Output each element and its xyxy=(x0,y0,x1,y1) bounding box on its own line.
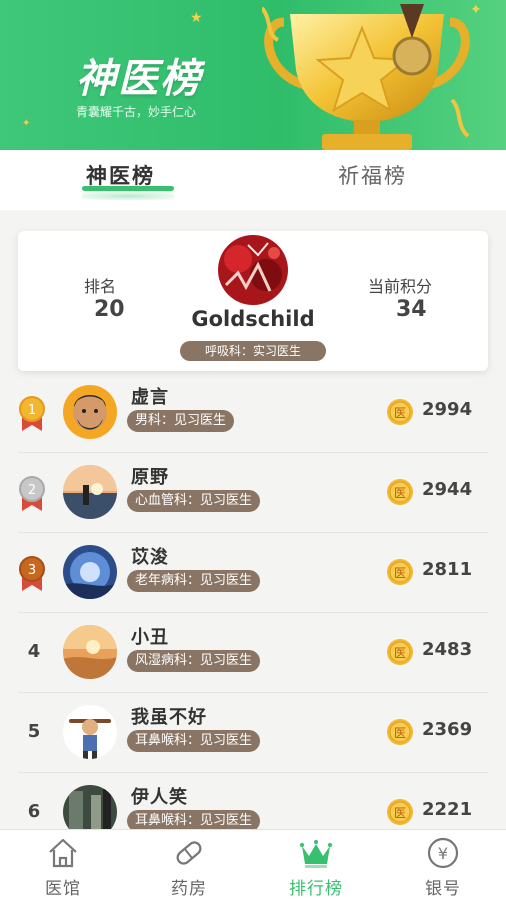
tab-blessing-ranking[interactable]: 祈福榜 xyxy=(338,160,407,190)
avatar[interactable] xyxy=(63,545,117,599)
medicine-coin-icon: 医 xyxy=(387,479,413,505)
user-name: 虚言 xyxy=(131,387,169,408)
score-label: 当前积分 xyxy=(368,277,433,296)
crown-icon xyxy=(300,840,332,868)
avatar[interactable] xyxy=(63,385,117,439)
yuan-coin-icon: ¥ xyxy=(427,837,459,869)
svg-text:医: 医 xyxy=(394,486,406,500)
nav-label: 药房 xyxy=(171,879,207,899)
gold-medal-icon: 1 xyxy=(19,396,45,431)
medicine-coin-icon: 医 xyxy=(387,719,413,745)
active-tab-indicator xyxy=(82,186,174,191)
svg-text:医: 医 xyxy=(394,566,406,580)
user-name: 伊人笑 xyxy=(131,787,188,808)
avatar[interactable] xyxy=(63,705,117,759)
avatar[interactable] xyxy=(63,625,117,679)
banner-subtitle: 青囊耀千古，妙手仁心 xyxy=(76,105,197,119)
house-icon xyxy=(49,838,77,868)
user-name: 我虽不好 xyxy=(131,707,207,728)
user-score: 2811 xyxy=(422,559,473,580)
pill-icon xyxy=(176,841,202,865)
rank-number: 5 xyxy=(27,721,41,742)
medicine-coin-icon: 医 xyxy=(387,639,413,665)
bronze-medal-icon: 3 xyxy=(19,556,45,591)
user-name: 小丑 xyxy=(131,627,169,648)
sparkle-icon: ✦ xyxy=(22,118,31,129)
svg-text:2: 2 xyxy=(28,483,36,498)
user-score: 2483 xyxy=(422,639,473,660)
dept-badge: 男科：见习医生 xyxy=(127,410,235,432)
user-name: 苡浚 xyxy=(131,547,169,568)
svg-text:3: 3 xyxy=(28,563,36,578)
my-username: Goldschild xyxy=(191,307,315,331)
svg-text:医: 医 xyxy=(394,646,406,660)
ranking-row[interactable]: 4 小丑 风湿病科：见习医生 医 2483 xyxy=(0,613,506,693)
svg-text:医: 医 xyxy=(394,726,406,740)
rank-label: 排名 xyxy=(84,277,117,296)
bottom-nav: 医馆 药房 排行榜 ¥ 银号 xyxy=(0,829,506,901)
svg-text:1: 1 xyxy=(28,403,36,418)
score-value: 34 xyxy=(396,297,427,322)
avatar[interactable] xyxy=(63,465,117,519)
dept-badge: 风湿病科：见习医生 xyxy=(127,650,261,672)
svg-text:医: 医 xyxy=(394,406,406,420)
ranking-row[interactable]: 3 苡浚 老年病科：见习医生 医 2811 xyxy=(0,533,506,613)
nav-label: 医馆 xyxy=(45,879,81,899)
header-banner: ★ ✦ ✦ 神医榜 青囊耀千古，妙手仁心 xyxy=(0,0,506,150)
rank-value: 20 xyxy=(94,297,125,322)
dept-badge: 耳鼻喉科：见习医生 xyxy=(127,730,261,752)
user-score: 2944 xyxy=(422,479,473,500)
nav-label: 排行榜 xyxy=(289,879,343,899)
trophy-icon xyxy=(262,4,470,150)
user-score: 2369 xyxy=(422,719,473,740)
dept-badge: 心血管科：见习医生 xyxy=(127,490,261,512)
nav-item-pharmacy[interactable]: 药房 xyxy=(126,830,252,901)
rank-number: 6 xyxy=(27,801,41,822)
nav-item-bank[interactable]: ¥ 银号 xyxy=(380,830,506,901)
ranking-row[interactable]: 2 原野 心血管科：见习医生 医 2944 xyxy=(0,453,506,533)
sparkle-icon: ★ xyxy=(190,10,203,26)
ranking-row[interactable]: 5 我虽不好 耳鼻喉科：见习医生 医 2369 xyxy=(0,693,506,773)
medicine-coin-icon: 医 xyxy=(387,399,413,425)
banner-title: 神医榜 xyxy=(76,55,202,102)
my-dept-badge: 呼吸科：实习医生 xyxy=(180,341,326,361)
user-score: 2994 xyxy=(422,399,473,420)
active-tab-glow xyxy=(82,192,174,200)
ranking-row[interactable]: 1 虚言 男科：见习医生 医 2994 xyxy=(0,373,506,453)
silver-medal-icon: 2 xyxy=(19,476,45,511)
user-name: 原野 xyxy=(131,467,169,488)
tab-bar: 神医榜 祈福榜 xyxy=(0,150,506,210)
medicine-coin-icon: 医 xyxy=(387,799,413,825)
svg-text:¥: ¥ xyxy=(438,844,448,863)
rank-number: 4 xyxy=(27,641,41,662)
nav-item-ranking[interactable]: 排行榜 xyxy=(253,830,379,901)
svg-text:医: 医 xyxy=(394,806,406,820)
nav-item-clinic[interactable]: 医馆 xyxy=(0,830,126,901)
my-rank-card: 排名 20 Goldschild 呼吸科：实习医生 当前积分 34 xyxy=(18,231,488,371)
dept-badge: 老年病科：见习医生 xyxy=(127,570,261,592)
user-score: 2221 xyxy=(422,799,473,820)
medicine-coin-icon: 医 xyxy=(387,559,413,585)
my-avatar[interactable] xyxy=(218,235,288,305)
nav-label: 银号 xyxy=(425,879,461,899)
